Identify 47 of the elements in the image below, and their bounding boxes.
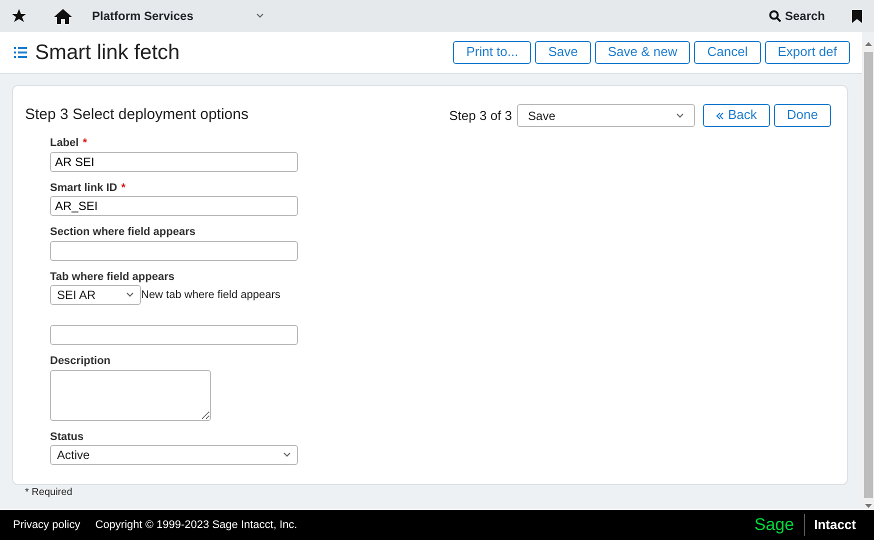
required-mark: *	[121, 182, 126, 194]
tab-select[interactable]: SEI AR	[50, 285, 141, 305]
caret-icon	[283, 452, 291, 458]
module-dropdown[interactable]: Platform Services	[92, 7, 264, 25]
status-select[interactable]: Active	[50, 445, 298, 465]
bookmark-icon[interactable]	[852, 10, 862, 22]
step-counter: Step 3 of 3	[449, 106, 512, 125]
back-button[interactable]: Back	[703, 104, 770, 127]
caret-icon	[676, 112, 684, 118]
field-note: New tab where field appears	[141, 288, 280, 303]
input-field[interactable]: AR_SEI	[50, 196, 298, 216]
field-label: Tab where field appears	[50, 270, 175, 282]
double-chevron-icon	[716, 112, 724, 120]
privacy-link[interactable]: Privacy policy	[13, 516, 80, 534]
field-label: Smart link ID	[50, 182, 118, 194]
toolbar-button[interactable]: Save & new	[594, 41, 690, 64]
toolbar-button[interactable]: Cancel	[694, 41, 761, 64]
input-field[interactable]	[50, 240, 298, 260]
search-icon	[768, 10, 781, 22]
field-label: Section where field appears	[50, 226, 196, 238]
search-button[interactable]: Search	[768, 7, 825, 25]
toolbar-button[interactable]: Save	[535, 41, 591, 64]
input-field[interactable]	[50, 325, 298, 345]
caret-icon	[126, 292, 134, 298]
home-icon[interactable]	[54, 8, 72, 24]
input-field[interactable]: AR SEI	[50, 152, 298, 172]
field-label: Status	[50, 430, 84, 442]
required-mark: *	[82, 137, 88, 149]
action-select[interactable]: Save	[517, 104, 696, 127]
done-button[interactable]: Done	[774, 104, 831, 127]
caret-icon	[256, 13, 264, 19]
toolbar-button[interactable]: Export def	[764, 41, 850, 64]
list-icon[interactable]	[14, 47, 27, 58]
scroll-up-icon[interactable]	[864, 42, 872, 46]
field-label: Label	[50, 137, 79, 149]
page-title: Smart link fetch	[35, 40, 180, 66]
product-name: Intacct	[814, 516, 856, 534]
star-icon[interactable]	[12, 9, 26, 23]
toolbar-button[interactable]: Print to...	[453, 41, 532, 64]
field-label: Description	[50, 355, 111, 367]
step-title: Step 3 Select deployment options	[25, 105, 248, 126]
scroll-down-icon[interactable]	[864, 504, 872, 508]
brand-logo: Sage	[754, 514, 794, 536]
required-note: * Required	[25, 486, 74, 500]
brand-divider	[804, 514, 806, 536]
copyright-text: Copyright © 1999-2023 Sage Intacct, Inc.	[95, 518, 298, 533]
scrollbar-thumb[interactable]	[864, 52, 872, 498]
